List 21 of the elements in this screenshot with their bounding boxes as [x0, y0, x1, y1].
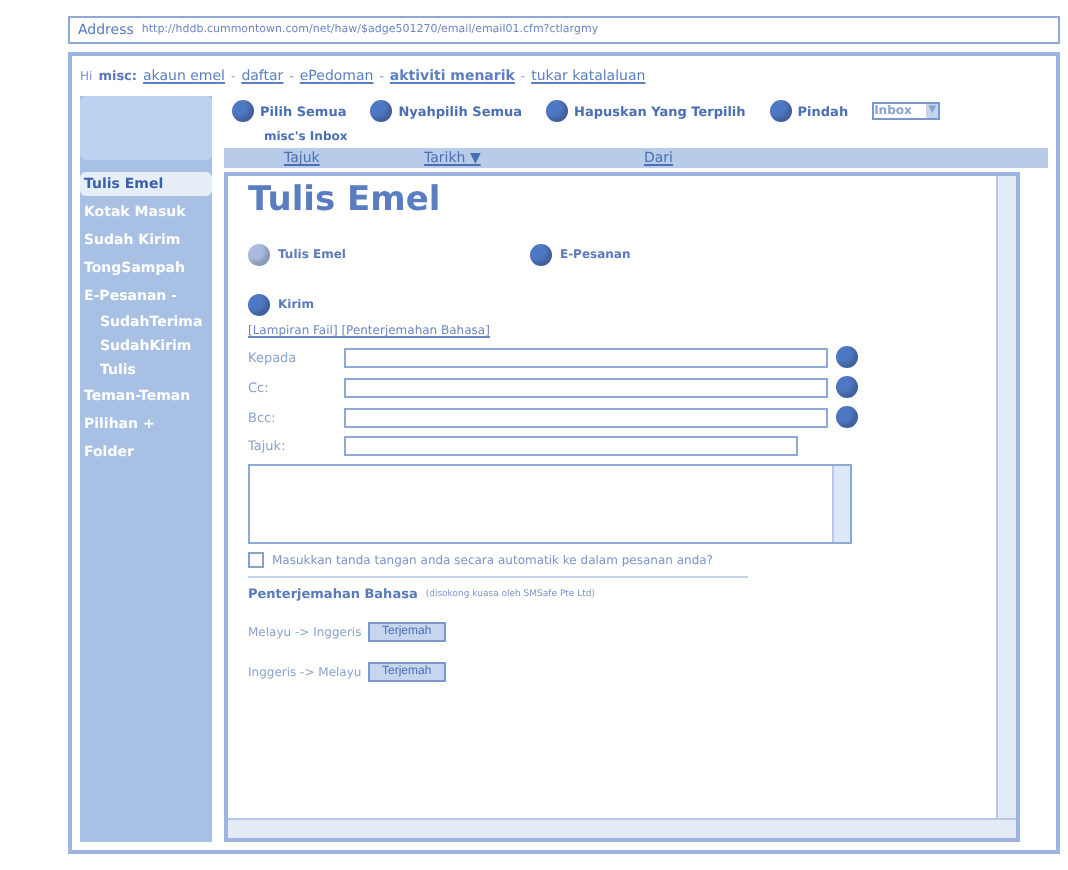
input-field[interactable]	[344, 347, 828, 367]
scrollbar[interactable]	[228, 818, 1016, 838]
input-field[interactable]	[344, 377, 828, 397]
scrollbar[interactable]	[996, 176, 1016, 818]
circle-icon	[370, 100, 393, 122]
address-book-icon[interactable]	[836, 346, 858, 368]
circle-icon	[232, 100, 254, 122]
message-field[interactable]	[248, 464, 852, 544]
scrollbar[interactable]	[832, 466, 850, 542]
circle-icon	[248, 294, 270, 316]
signature-checkbox[interactable]	[248, 552, 264, 568]
circle-icon	[529, 244, 552, 266]
input-field[interactable]	[344, 436, 798, 456]
address-book-icon[interactable]	[836, 406, 858, 428]
address-book-icon[interactable]	[836, 376, 858, 398]
circle-icon	[546, 100, 569, 122]
circle-icon	[248, 244, 270, 266]
compose-title: Tulis Emel	[248, 180, 443, 220]
input-field[interactable]	[344, 407, 828, 427]
sidebar-banner	[80, 96, 212, 160]
circle-icon	[769, 100, 792, 122]
